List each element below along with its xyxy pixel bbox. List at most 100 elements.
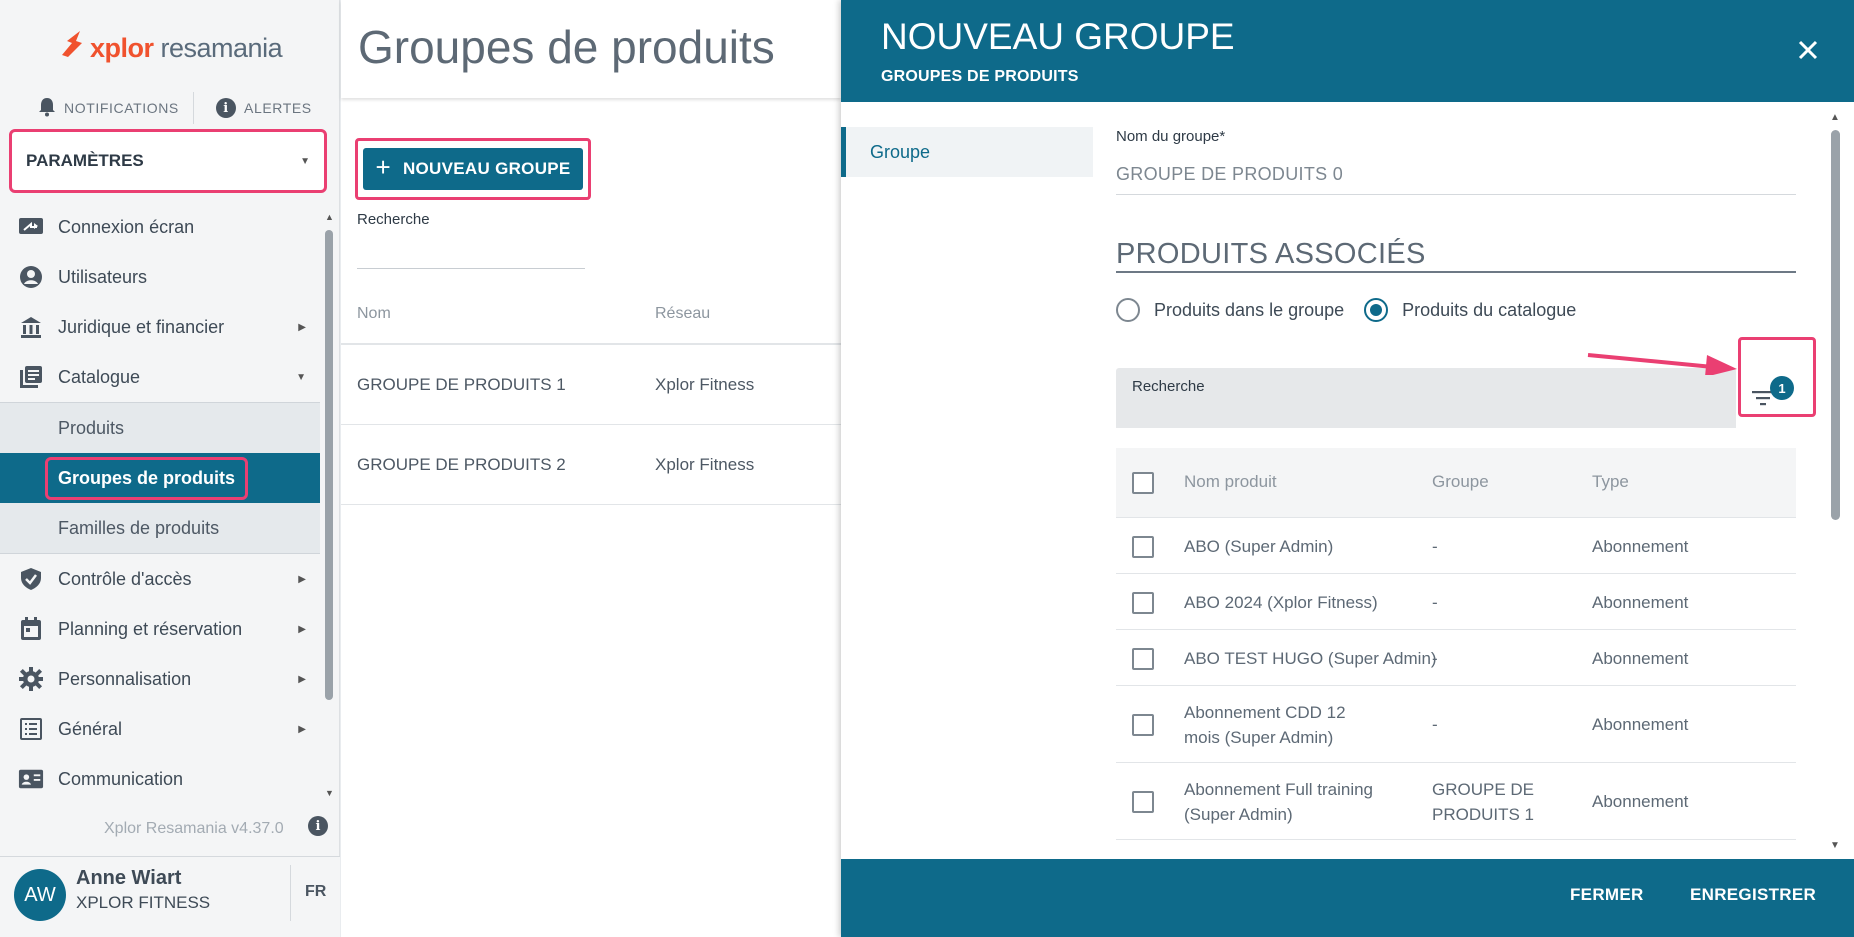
user-panel[interactable]: AW Anne Wiart XPLOR FITNESS FR [0,856,340,937]
caret-down-icon: ▼ [296,371,306,383]
table-row[interactable]: ABO 2024 (Xplor Fitness) - Abonnement [1116,574,1796,630]
table-row[interactable]: Abonnement CDD 12 mois (Super Admin) - A… [1116,686,1796,763]
sidebar-item-connexion-ecran[interactable]: Connexion écran [0,202,320,252]
new-group-dialog: NOUVEAU GROUPE GROUPES DE PRODUITS Group… [841,0,1854,937]
sidebar-item-produits[interactable]: Produits [0,403,320,453]
info-icon[interactable]: i [308,816,328,836]
page-title: Groupes de produits [358,21,775,73]
screen-login-icon [18,215,44,239]
row-checkbox[interactable] [1132,714,1154,736]
app-version: Xplor Resamania v4.37.0 [104,820,284,837]
network-cell: Xplor Fitness [655,455,755,474]
alerts-link[interactable]: i ALERTES [216,98,312,118]
column-header-nom[interactable]: Nom [357,305,391,323]
catalogue-icon [18,365,44,389]
row-checkbox[interactable] [1132,536,1154,558]
annotation-arrow-icon [1585,345,1745,380]
table-row[interactable]: GROUPE DE PRODUITS 1 Xplor Fitness [341,345,841,425]
sidebar-scrollbar[interactable]: ▲ ▼ [325,212,334,798]
sidebar-item-label: Utilisateurs [58,266,148,287]
product-type-cell: Abonnement [1592,715,1689,734]
product-type-cell: Abonnement [1592,792,1689,811]
alerts-label: ALERTES [244,100,312,116]
row-checkbox[interactable] [1132,592,1154,614]
app-logo[interactable]: xplor resamania [58,28,283,68]
dialog-nav-groupe[interactable]: Groupe [841,127,1093,177]
group-name-cell: GROUPE DE PRODUITS 1 [357,375,566,394]
user-name: Anne Wiart [76,867,182,889]
chevron-right-icon: ▶ [298,623,306,635]
sidebar-item-catalogue[interactable]: Catalogue ▼ [0,352,320,402]
sidebar-item-planning[interactable]: Planning et réservation ▶ [0,604,320,654]
table-row[interactable]: Abonnement Full training (Super Admin) G… [1116,763,1796,840]
sidebar-item-groupes-de-produits[interactable]: Groupes de produits [0,453,320,503]
network-cell: Xplor Fitness [655,375,755,394]
settings-label: PARAMÈTRES [26,151,144,170]
dialog-footer: FERMER ENREGISTRER [841,859,1854,937]
list-icon [18,717,44,741]
scroll-up-icon[interactable]: ▲ [1830,112,1840,123]
notifications-label: NOTIFICATIONS [64,100,179,116]
product-type-cell: Abonnement [1592,649,1689,668]
sidebar-item-label: Juridique et financier [58,316,225,337]
group-name-field[interactable]: GROUPE DE PRODUITS 0 [1116,164,1343,185]
close-icon[interactable] [1798,34,1818,68]
divider [1116,194,1796,195]
chevron-right-icon: ▶ [298,321,306,333]
close-button[interactable]: FERMER [1570,885,1644,905]
dialog-scrollbar[interactable]: ▲ ▼ [1829,112,1841,852]
radio-products-in-group[interactable] [1116,298,1140,322]
avatar[interactable]: AW [14,869,66,921]
products-table: Nom produit Groupe Type ABO (Super Admin… [1116,448,1796,858]
table-row[interactable]: GROUPE DE PRODUITS 2 Xplor Fitness [341,425,841,505]
divider [290,865,291,921]
search-label: Recherche [1132,378,1205,395]
new-group-button[interactable]: + NOUVEAU GROUPE [363,148,583,190]
row-checkbox[interactable] [1132,648,1154,670]
product-name-cell: Abonnement CDD 12 mois (Super Admin) [1184,703,1346,747]
product-type-cell: Abonnement [1592,593,1689,612]
user-organization: XPLOR FITNESS [76,893,211,912]
dialog-title: NOUVEAU GROUPE [881,16,1235,57]
column-header-type[interactable]: Type [1592,472,1629,492]
sidebar-item-personnalisation[interactable]: Personnalisation ▶ [0,654,320,704]
divider [193,92,194,124]
select-all-checkbox[interactable] [1132,472,1154,494]
language-switch[interactable]: FR [305,883,326,901]
product-source-radio-group: Produits dans le groupe Produits du cata… [1116,298,1576,322]
table-header: Nom produit Groupe Type [1116,448,1796,518]
settings-dropdown[interactable]: PARAMÈTRES ▼ [9,129,327,193]
scroll-thumb[interactable] [1831,130,1840,520]
row-checkbox[interactable] [1132,791,1154,813]
radio-products-catalogue[interactable] [1364,298,1389,322]
scroll-thumb[interactable] [325,230,333,700]
group-form: Nom du groupe* GROUPE DE PRODUITS 0 PROD… [1116,102,1806,859]
column-header-group[interactable]: Groupe [1432,472,1489,492]
table-row[interactable]: ABO (Super Admin) - Abonnement [1116,518,1796,574]
search-label: Recherche [357,211,430,228]
column-header-reseau[interactable]: Réseau [655,305,710,323]
table-row[interactable]: ABO TEST HUGO (Super Admin) - Abonnement [1116,630,1796,686]
sidebar-item-label: Connexion écran [58,216,195,237]
radio-label: Produits du catalogue [1402,299,1577,320]
search-input[interactable] [357,268,585,269]
bank-icon [18,315,44,339]
sidebar-item-general[interactable]: Général ▶ [0,704,320,754]
save-button[interactable]: ENREGISTRER [1690,885,1816,905]
sidebar-item-utilisateurs[interactable]: Utilisateurs [0,252,320,302]
product-group-cell: GROUPE DE PRODUITS 1 [1432,780,1535,824]
sidebar-item-juridique[interactable]: Juridique et financier ▶ [0,302,320,352]
contact-card-icon [18,767,44,791]
sidebar-item-familles-de-produits[interactable]: Familles de produits [0,503,320,553]
sidebar-item-controle-acces[interactable]: Contrôle d'accès ▶ [0,554,320,604]
scroll-down-icon[interactable]: ▼ [1830,840,1840,851]
catalogue-submenu: Produits Groupes de produits Familles de… [0,402,320,554]
group-name-cell: GROUPE DE PRODUITS 2 [357,455,566,474]
sidebar-item-communication[interactable]: Communication [0,754,320,804]
plus-icon: + [375,152,391,182]
scroll-up-icon[interactable]: ▲ [325,212,334,222]
chevron-right-icon: ▶ [298,723,306,735]
scroll-down-icon[interactable]: ▼ [325,788,334,798]
column-header-product[interactable]: Nom produit [1184,472,1277,492]
notifications-link[interactable]: NOTIFICATIONS [38,97,179,120]
